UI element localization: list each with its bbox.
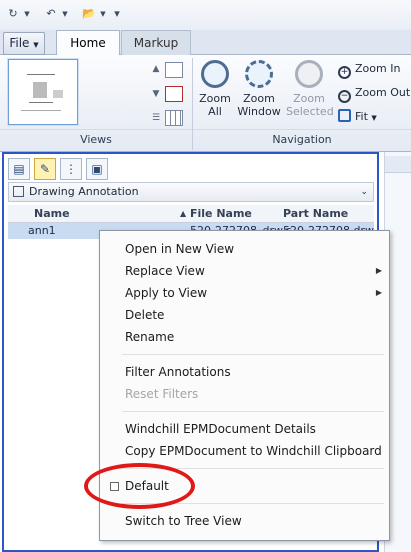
annotation-icon [13, 186, 24, 197]
menu-item-open-in-new-view[interactable]: Open in New View [125, 239, 234, 259]
zoom-selected-label-2: Selected [286, 105, 334, 118]
submenu-arrow-icon: ▶ [375, 266, 382, 275]
expand-gallery-icon[interactable]: ☰ [150, 112, 162, 124]
quick-access-toolbar: ↻ ▼ ↶ ▼ 📂 ▼ ▾ [0, 0, 411, 30]
menu-item-apply-to-view[interactable]: Apply to View ▶ [125, 283, 382, 303]
zoom-all-label-2: All [208, 105, 222, 118]
zoom-selected-button[interactable]: Zoom Selected [286, 60, 334, 128]
collapse-icon[interactable]: ⌄ [360, 183, 368, 201]
group-divider [0, 129, 192, 130]
menu-item-rename[interactable]: Rename [125, 327, 174, 347]
chevron-down-icon[interactable]: ▼ [20, 7, 34, 21]
undo-icon[interactable]: ↶ [44, 7, 58, 21]
zoom-out-label: Zoom Out [355, 86, 411, 99]
highlight-circle [84, 463, 195, 509]
sort-ascending-icon: ▲ [180, 209, 187, 218]
file-menu-button[interactable]: File ▼ [3, 32, 45, 55]
menu-item-copy-to-clipboard[interactable]: Copy EPMDocument to Windchill Clipboard [125, 441, 382, 461]
navigation-group-label: Navigation [272, 133, 332, 146]
menu-separator [122, 354, 384, 355]
scroll-up-icon[interactable]: ▲ [150, 63, 162, 75]
zoom-in-label: Zoom In [355, 62, 401, 75]
zoom-window-label-1: Zoom [243, 92, 275, 105]
zoom-in-icon: + [338, 66, 351, 79]
fit-button[interactable]: Fit ▼ [338, 108, 377, 126]
scroll-down-icon[interactable]: ▼ [150, 88, 162, 100]
zoom-in-button[interactable]: + Zoom In [338, 60, 401, 79]
view-thumbnail[interactable] [8, 59, 78, 125]
menu-item-reset-filters: Reset Filters [125, 387, 199, 401]
zoom-all-button[interactable]: Zoom All [198, 60, 232, 128]
column-header-part-name[interactable]: Part Name [283, 205, 348, 222]
apply-to-view-label: Apply to View [125, 286, 208, 300]
tab-markup[interactable]: Markup [121, 30, 191, 55]
chevron-down-icon[interactable]: ▼ [58, 7, 72, 21]
tab-home[interactable]: Home [56, 30, 120, 56]
drawing-annotation-header[interactable]: Drawing Annotation ⌄ [8, 182, 374, 202]
tree-tab-icon[interactable]: ⋮ [60, 158, 82, 180]
close-view-icon[interactable] [165, 86, 183, 102]
column-header-file-name[interactable]: File Name [190, 205, 252, 222]
fit-icon [338, 109, 351, 122]
column-header-name[interactable]: Name [34, 205, 70, 222]
menu-separator [122, 411, 384, 412]
menu-item-switch-to-tree-view[interactable]: Switch to Tree View [125, 511, 242, 531]
zoom-selected-label-1: Zoom [293, 92, 325, 105]
group-divider [193, 129, 411, 130]
view-layout-icon[interactable] [165, 62, 183, 78]
cell-name: ann1 [28, 224, 56, 237]
chevron-down-icon[interactable]: ▼ [96, 7, 110, 21]
open-folder-icon[interactable]: 📂 [82, 7, 96, 21]
layers-tab-icon[interactable]: ▣ [86, 158, 108, 180]
structure-tab-icon[interactable]: ▤ [8, 158, 30, 180]
zoom-selected-icon [295, 60, 323, 88]
redo-icon[interactable]: ↻ [6, 7, 20, 21]
submenu-arrow-icon: ▶ [375, 288, 382, 297]
menu-item-epmdocument-details[interactable]: Windchill EPMDocument Details [125, 419, 316, 439]
zoom-all-label-1: Zoom [199, 92, 231, 105]
panel-title: Drawing Annotation [29, 185, 139, 198]
file-menu-label: File [9, 36, 30, 50]
zoom-window-button[interactable]: Zoom Window [237, 60, 281, 128]
customize-toolbar-icon[interactable]: ▾ [110, 7, 124, 21]
fit-label: Fit [355, 110, 368, 123]
column-header-row: Name ▲ File Name Part Name [8, 205, 374, 223]
zoom-all-icon [201, 60, 229, 88]
views-group-label: Views [80, 133, 112, 146]
menu-item-delete[interactable]: Delete [125, 305, 164, 325]
tile-views-icon[interactable] [165, 110, 183, 126]
replace-view-label: Replace View [125, 264, 205, 278]
annotation-tab-icon[interactable]: ✎ [34, 158, 56, 180]
zoom-out-button[interactable]: − Zoom Out [338, 84, 411, 103]
zoom-window-label-2: Window [237, 105, 281, 118]
zoom-window-icon [245, 60, 273, 88]
zoom-out-icon: − [338, 90, 351, 103]
menu-item-filter-annotations[interactable]: Filter Annotations [125, 362, 231, 382]
menu-item-replace-view[interactable]: Replace View ▶ [125, 261, 382, 281]
